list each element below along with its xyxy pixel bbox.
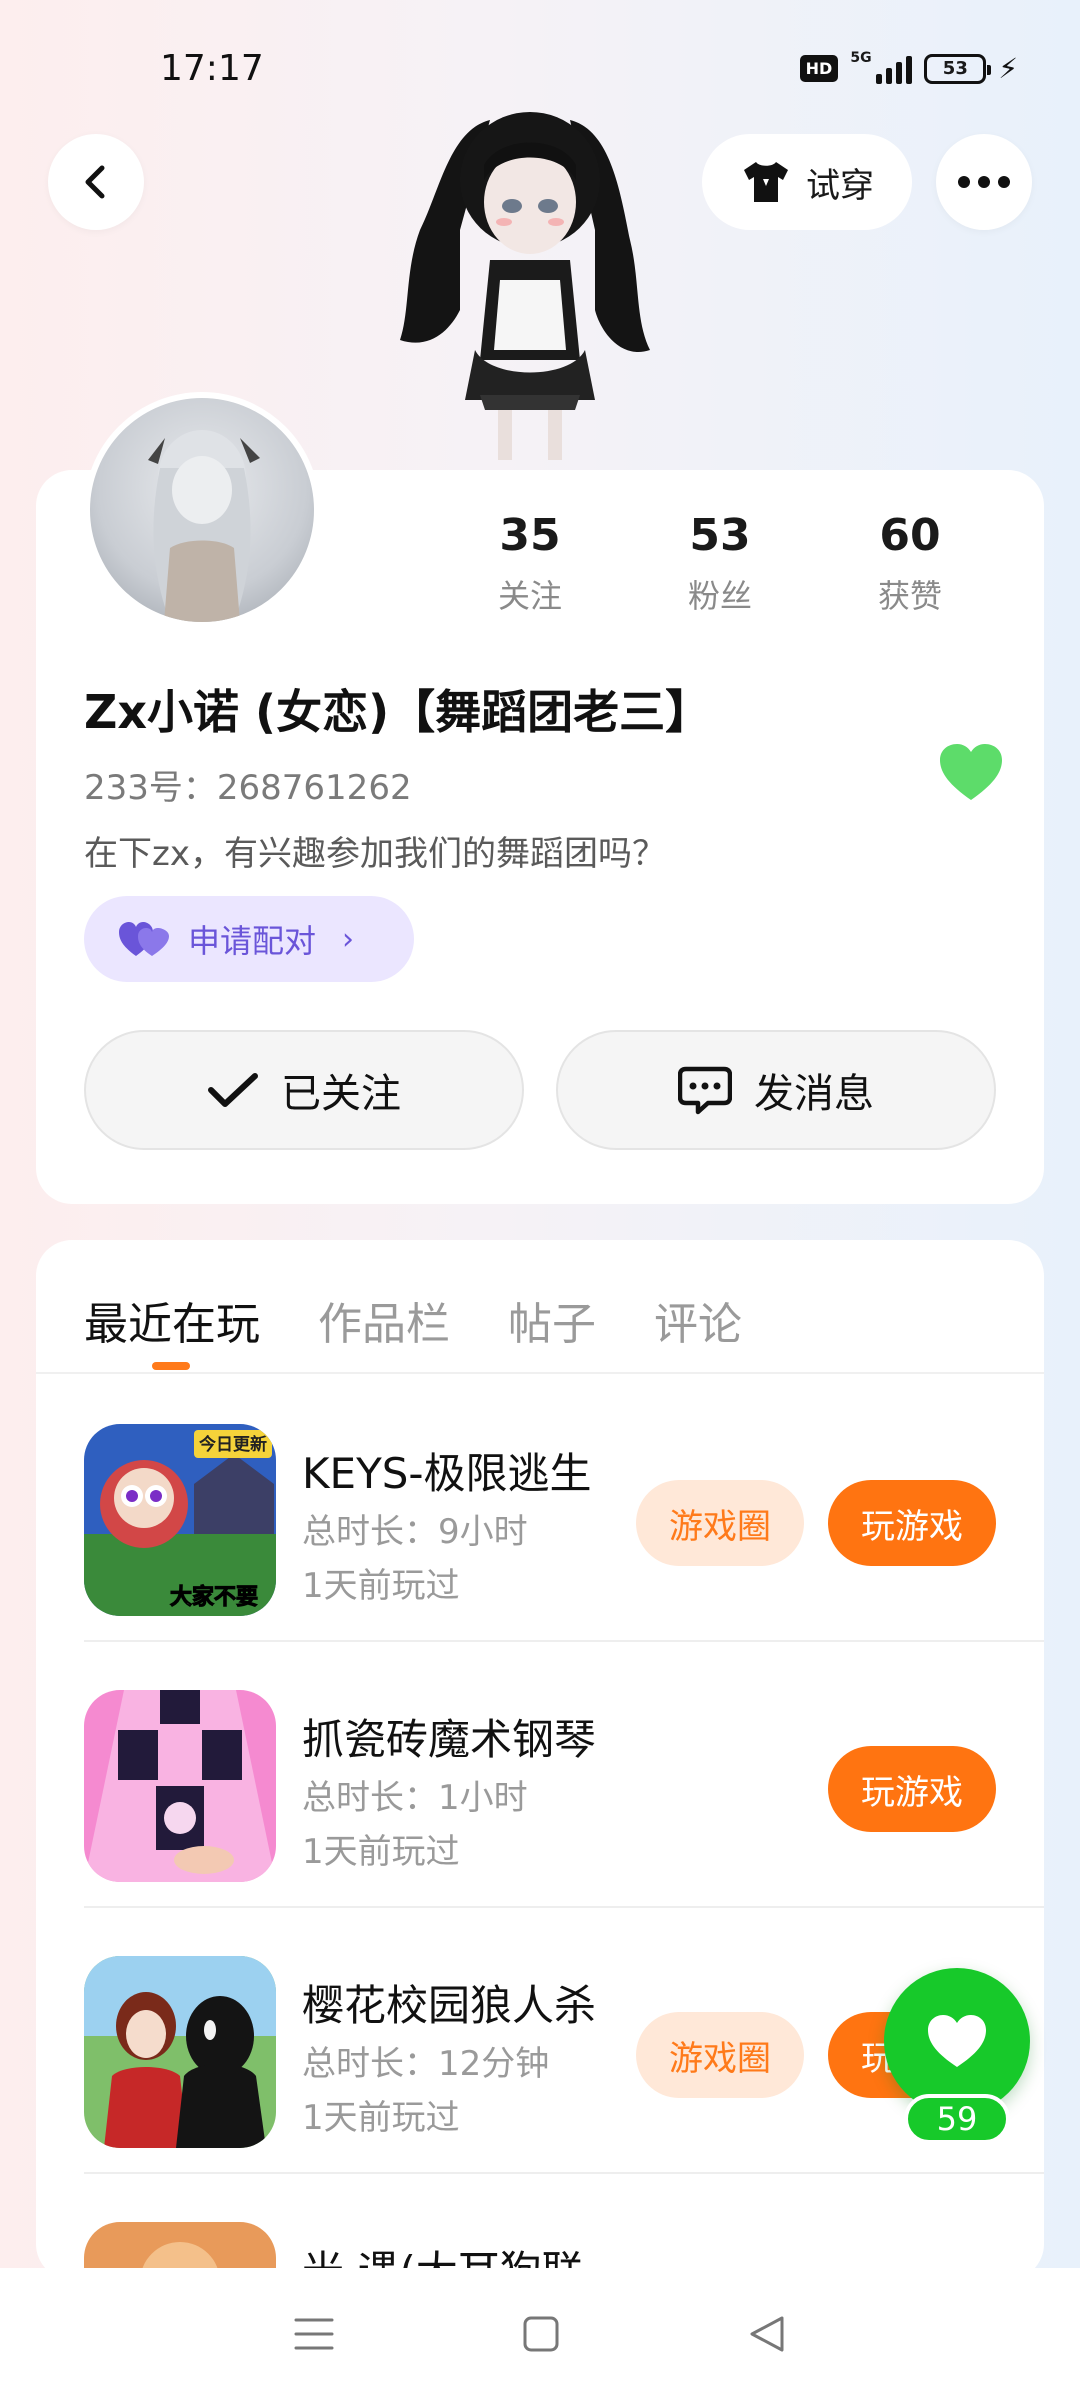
- followed-button[interactable]: 已关注: [84, 1030, 524, 1150]
- user-id: 233号：268761262: [84, 768, 412, 808]
- game-icon-badge-text: 今日更新: [199, 1434, 267, 1455]
- game-circle-button[interactable]: 游戏圈: [636, 1480, 804, 1566]
- battery-icon: 53: [924, 53, 992, 84]
- game-title: 抓瓷砖魔术钢琴: [302, 1715, 597, 1764]
- stat-label: 关注: [497, 577, 562, 615]
- status-time: 17:17: [160, 48, 264, 89]
- stat-followers[interactable]: 53 粉丝: [640, 510, 800, 617]
- tab-recently-played[interactable]: 最近在玩: [84, 1288, 260, 1352]
- stat-value: 35: [499, 510, 561, 561]
- more-button[interactable]: [936, 134, 1032, 230]
- chat-bubble-icon: [678, 1066, 732, 1115]
- apply-pair-label: 申请配对: [188, 922, 317, 960]
- tshirt-icon: [744, 162, 788, 202]
- game-title: 樱花校园狼人杀: [302, 1981, 597, 2030]
- signal-icon: 5G: [850, 50, 913, 84]
- game-duration: 总时长：9小时: [302, 1512, 528, 1552]
- send-message-button[interactable]: 发消息: [556, 1030, 996, 1150]
- divider: [36, 1372, 1044, 1374]
- stat-value: 53: [689, 510, 751, 561]
- more-dot-icon: [998, 176, 1010, 188]
- heart-icon: [928, 2015, 986, 2067]
- home-icon[interactable]: [522, 2315, 560, 2353]
- game-icon-sakura-school[interactable]: [84, 1956, 276, 2148]
- active-tab-indicator: [152, 1362, 190, 1370]
- avatar-image: [148, 430, 260, 622]
- tab-works[interactable]: 作品栏: [318, 1288, 450, 1352]
- play-game-button[interactable]: 玩游戏: [828, 1480, 996, 1566]
- followed-label: 已关注: [281, 1071, 401, 1117]
- play-game-button[interactable]: 玩游戏: [828, 1746, 996, 1832]
- user-nickname: Zx小诺 (女恋)【舞蹈团老三】: [84, 685, 712, 739]
- like-fab-button[interactable]: [884, 1968, 1030, 2114]
- more-dot-icon: [978, 176, 990, 188]
- send-message-label: 发消息: [754, 1071, 874, 1117]
- game-last-played: 1天前玩过: [302, 1566, 460, 1606]
- game-last-played: 1天前玩过: [302, 2098, 460, 2138]
- game-icon-piano-tiles[interactable]: [84, 1690, 276, 1882]
- check-icon: [208, 1073, 258, 1107]
- game-duration: 总时长：1小时: [302, 1778, 528, 1818]
- user-bio: 在下zx，有兴趣参加我们的舞蹈团吗？: [84, 834, 666, 874]
- avatar[interactable]: [84, 392, 320, 628]
- game-circle-button[interactable]: 游戏圈: [636, 2012, 804, 2098]
- system-nav-bar: [0, 2268, 1080, 2400]
- game-title: KEYS-极限逃生: [302, 1449, 592, 1498]
- profile-tabs: 最近在玩 作品栏 帖子 评论: [84, 1288, 742, 1352]
- hd-icon: HD: [799, 55, 839, 82]
- network-type: 5G: [850, 49, 872, 66]
- stat-label: 粉丝: [687, 577, 752, 615]
- like-count-badge: 59: [904, 2094, 1010, 2144]
- content-card: 最近在玩 作品栏 帖子 评论 今日更新 大家不要 KEYS-极限逃生 总时长：9…: [36, 1240, 1044, 2280]
- more-dot-icon: [958, 176, 970, 188]
- profile-stats: 35 关注 53 粉丝 60 获赞: [450, 510, 990, 617]
- game-icon-caption-text: 大家不要: [170, 1584, 258, 1610]
- status-icons: HD 5G 53 ⚡: [799, 50, 1018, 85]
- game-row[interactable]: 光·遇(大耳狗联: [84, 2174, 1044, 2280]
- try-on-button[interactable]: 试穿: [702, 134, 912, 230]
- chevron-left-icon: [85, 165, 105, 199]
- back-button[interactable]: [48, 134, 144, 230]
- game-row[interactable]: 抓瓷砖魔术钢琴 总时长：1小时 1天前玩过 玩游戏: [84, 1642, 1044, 1908]
- charging-icon: ⚡: [998, 52, 1018, 85]
- game-icon-keys[interactable]: 今日更新 大家不要: [84, 1424, 276, 1616]
- stat-likes[interactable]: 60 获赞: [830, 510, 990, 617]
- double-heart-icon: [119, 922, 169, 956]
- stat-following[interactable]: 35 关注: [450, 510, 610, 617]
- avatar-3d-figure: [400, 112, 650, 460]
- try-on-label: 试穿: [806, 165, 874, 206]
- menu-icon[interactable]: [294, 2316, 334, 2352]
- chevron-right-icon: ›: [342, 921, 355, 957]
- stat-label: 获赞: [877, 577, 942, 615]
- heart-icon[interactable]: [938, 742, 1004, 802]
- stat-value: 60: [879, 510, 941, 561]
- game-row[interactable]: 今日更新 大家不要 KEYS-极限逃生 总时长：9小时 1天前玩过 游戏圈 玩游…: [84, 1376, 1044, 1642]
- back-triangle-icon[interactable]: [748, 2314, 786, 2354]
- apply-pair-button[interactable]: 申请配对 ›: [84, 896, 414, 982]
- tab-comments[interactable]: 评论: [654, 1288, 742, 1352]
- tab-posts[interactable]: 帖子: [508, 1288, 596, 1352]
- game-duration: 总时长：12分钟: [302, 2044, 550, 2084]
- game-last-played: 1天前玩过: [302, 1832, 460, 1872]
